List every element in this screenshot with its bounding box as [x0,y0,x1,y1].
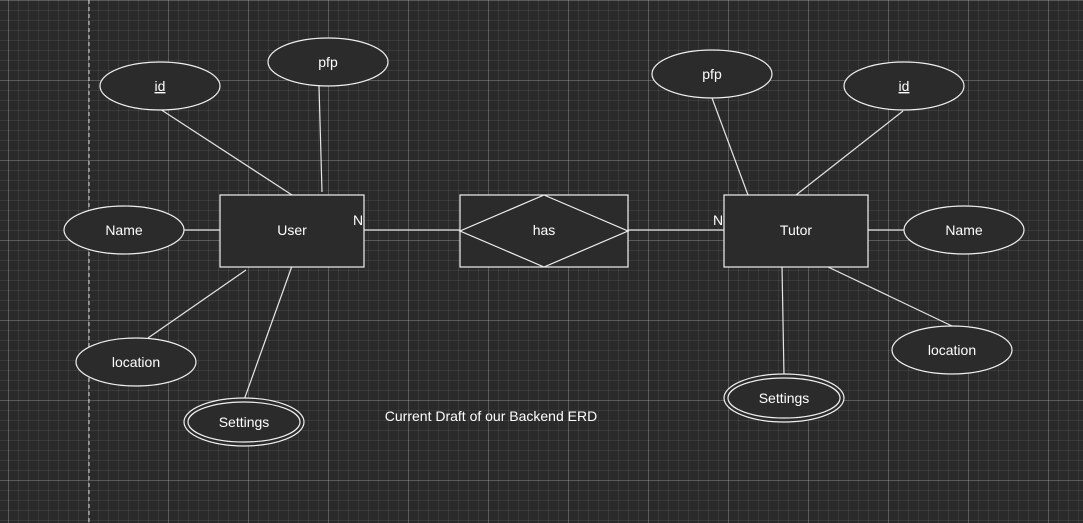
tutor-entity-label: Tutor [780,222,812,238]
user-entity-group: User N id pfp Name location Settings [63,37,389,447]
tutor-cardinality: N [713,212,723,228]
edge-user-pfp [318,85,323,193]
erd-canvas: User N id pfp Name location Settings has… [63,0,1025,523]
user-attr-settings-label: Settings [219,414,270,430]
edge-user-location [147,269,247,339]
tutor-attr-settings-label: Settings [759,390,810,406]
edge-tutor-settings [781,265,785,377]
edge-user-id [159,108,293,196]
user-attr-id-label: id [155,78,166,94]
relationship-group: has [458,194,630,268]
edge-tutor-location [825,265,953,327]
edge-tutor-id [795,110,904,196]
tutor-entity-group: Tutor N pfp id Name location Settings [651,49,1025,423]
tutor-attr-pfp-label: pfp [702,66,722,82]
diagram-caption: Current Draft of our Backend ERD [385,408,597,424]
user-entity-label: User [277,222,307,238]
edge-tutor-pfp [711,97,749,196]
tutor-attr-name-label: Name [945,222,983,238]
user-cardinality: N [353,212,363,228]
user-attr-pfp-label: pfp [318,54,338,70]
user-attr-location-label: location [112,354,160,370]
tutor-attr-id-label: id [899,78,910,94]
relationship-label: has [533,222,556,238]
edge-user-settings [243,265,293,401]
tutor-attr-location-label: location [928,342,976,358]
user-attr-name-label: Name [105,222,143,238]
